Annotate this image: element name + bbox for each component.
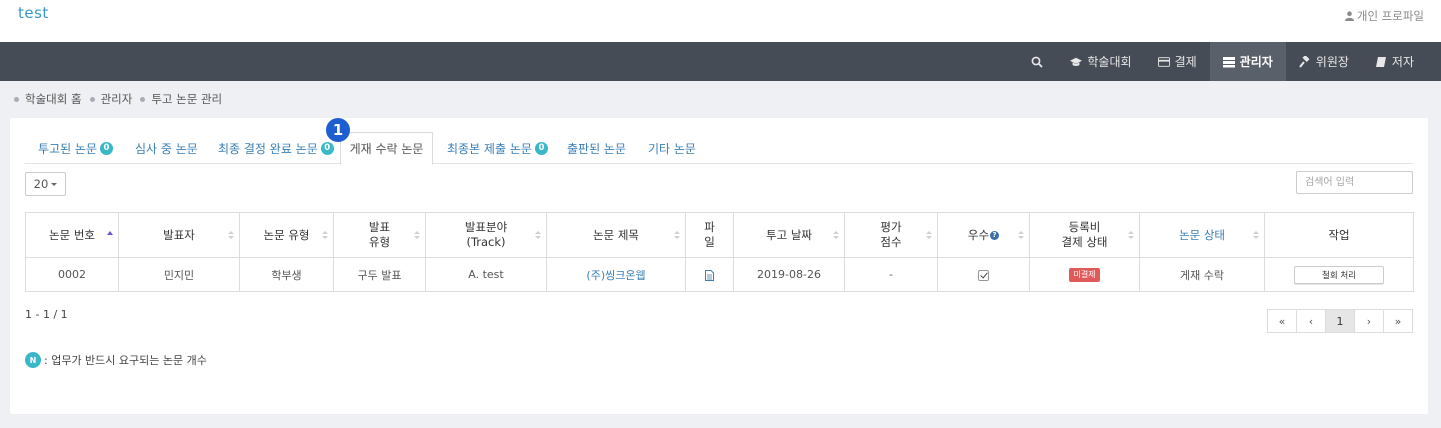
cell-paper-no: 0002 bbox=[25, 257, 119, 292]
cell-submitted-date: 2019-08-26 bbox=[733, 257, 845, 292]
col-score[interactable]: 평가 점수 bbox=[844, 212, 938, 258]
cell-file bbox=[685, 257, 734, 292]
papers-table: 논문 번호 발표자 논문 유형 발표 유형 발표분야 (Track) 논문 제목… bbox=[25, 212, 1414, 292]
table-header-row: 논문 번호 발표자 논문 유형 발표 유형 발표분야 (Track) 논문 제목… bbox=[25, 212, 1414, 258]
breadcrumb-item-current: 투고 논문 관리 bbox=[140, 91, 222, 107]
status-badge: 미결제 bbox=[1069, 268, 1100, 282]
page-prev-button[interactable]: ‹ bbox=[1296, 309, 1326, 333]
graduation-cap-icon bbox=[1070, 57, 1083, 66]
count-badge: 0 bbox=[320, 141, 334, 155]
cell-action: 철회 처리 bbox=[1264, 257, 1414, 292]
page-first-button[interactable]: « bbox=[1267, 309, 1297, 333]
book-icon bbox=[1375, 56, 1386, 67]
col-payment-status[interactable]: 등록비 결제 상태 bbox=[1029, 212, 1140, 258]
paper-title-link[interactable]: (주)씽크온웹 bbox=[586, 269, 645, 282]
breadcrumb-item-admin[interactable]: 관리자 bbox=[89, 91, 132, 107]
main-navbar: 학술대회 결제 관리자 위원장 저자 bbox=[0, 42, 1441, 81]
nav-label: 관리자 bbox=[1239, 55, 1273, 69]
nav-search-button[interactable] bbox=[1017, 42, 1057, 81]
nav-label: 결제 bbox=[1174, 55, 1197, 69]
file-icon[interactable] bbox=[705, 268, 714, 281]
tab-final-decision[interactable]: 최종 결정 완료 논문 0 bbox=[218, 132, 334, 164]
excellent-checkbox[interactable] bbox=[978, 269, 989, 281]
top-bar: test 개인 프로파일 bbox=[0, 0, 1441, 42]
server-icon bbox=[1222, 56, 1235, 67]
tab-other[interactable]: 기타 논문 bbox=[648, 132, 696, 164]
col-file: 파 일 bbox=[685, 212, 734, 258]
col-paper-type[interactable]: 논문 유형 bbox=[239, 212, 334, 258]
cell-paper-status: 게재 수락 bbox=[1139, 257, 1265, 292]
cell-title: (주)씽크온웹 bbox=[546, 257, 686, 292]
step-marker: 1 bbox=[326, 118, 350, 142]
site-title[interactable]: test bbox=[18, 4, 49, 22]
col-paper-status[interactable]: 논문 상태 bbox=[1139, 212, 1265, 258]
nav-item-author[interactable]: 저자 bbox=[1362, 42, 1427, 81]
count-badge: 0 bbox=[100, 141, 114, 155]
table-row: 0002 민지민 학부생 구두 발표 A. test (주)씽크온웹 2019-… bbox=[25, 257, 1414, 292]
legend-note: N : 업무가 반드시 요구되는 논문 개수 bbox=[25, 352, 207, 368]
cell-track: A. test bbox=[425, 257, 547, 292]
nav-item-payment[interactable]: 결제 bbox=[1145, 42, 1210, 81]
tab-accepted[interactable]: 게재 수락 논문 bbox=[340, 132, 433, 165]
search-icon bbox=[1031, 56, 1044, 68]
tab-submitted[interactable]: 투고된 논문 0 bbox=[38, 132, 114, 164]
tab-published[interactable]: 출판된 논문 bbox=[567, 132, 626, 164]
nav-label: 저자 bbox=[1391, 55, 1414, 69]
col-excellent[interactable]: 우수? bbox=[937, 212, 1030, 258]
profile-label: 개인 프로파일 bbox=[1356, 9, 1424, 23]
legend-text: : 업무가 반드시 요구되는 논문 개수 bbox=[44, 354, 207, 367]
breadcrumb-item-home[interactable]: 학술대회 홈 bbox=[14, 91, 82, 107]
breadcrumb: 학술대회 홈 관리자 투고 논문 관리 bbox=[14, 91, 230, 107]
cell-paper-type: 학부생 bbox=[239, 257, 334, 292]
gavel-icon bbox=[1299, 55, 1310, 68]
col-action: 작업 bbox=[1264, 212, 1414, 258]
col-title[interactable]: 논문 제목 bbox=[546, 212, 686, 258]
page-last-button[interactable]: » bbox=[1383, 309, 1413, 333]
col-track[interactable]: 발표분야 (Track) bbox=[425, 212, 547, 258]
withdraw-button[interactable]: 철회 처리 bbox=[1294, 265, 1384, 284]
tab-under-review[interactable]: 심사 중 논문 bbox=[135, 132, 198, 164]
credit-card-icon bbox=[1157, 56, 1170, 67]
col-submitted-date[interactable]: 투고 날짜 bbox=[733, 212, 845, 258]
profile-link[interactable]: 개인 프로파일 bbox=[1344, 8, 1424, 24]
cell-excellent bbox=[937, 257, 1030, 292]
pagination: « ‹ 1 › » bbox=[1267, 309, 1413, 333]
col-presentation-type[interactable]: 발표 유형 bbox=[333, 212, 426, 258]
result-range: 1 - 1 / 1 bbox=[25, 308, 68, 321]
cell-payment-status: 미결제 bbox=[1029, 257, 1140, 292]
nav-label: 학술대회 bbox=[1087, 55, 1132, 69]
user-icon bbox=[1344, 11, 1354, 21]
col-paper-no[interactable]: 논문 번호 bbox=[25, 212, 119, 258]
nav-item-chair[interactable]: 위원장 bbox=[1286, 42, 1362, 81]
legend-badge: N bbox=[25, 352, 41, 368]
paper-tabs: 투고된 논문 0 심사 중 논문 최종 결정 완료 논문 0 게재 수락 논문 최종… bbox=[25, 132, 1413, 165]
page-number-button[interactable]: 1 bbox=[1325, 309, 1355, 333]
cell-score: - bbox=[844, 257, 938, 292]
tab-final-submitted[interactable]: 최종본 제출 논문 0 bbox=[447, 132, 548, 164]
cell-presenter: 민지민 bbox=[118, 257, 240, 292]
page-next-button[interactable]: › bbox=[1354, 309, 1384, 333]
col-presenter[interactable]: 발표자 bbox=[118, 212, 240, 258]
caret-down-icon bbox=[51, 183, 58, 186]
page-size-select[interactable]: 20 bbox=[25, 172, 66, 196]
cell-presentation-type: 구두 발표 bbox=[333, 257, 426, 292]
count-badge: 0 bbox=[534, 141, 548, 155]
nav-item-conference[interactable]: 학술대회 bbox=[1057, 42, 1144, 81]
search-input[interactable] bbox=[1296, 171, 1413, 194]
help-icon[interactable]: ? bbox=[990, 230, 1000, 240]
nav-item-admin[interactable]: 관리자 bbox=[1209, 42, 1286, 81]
nav-label: 위원장 bbox=[1315, 55, 1349, 69]
content-card: 1 투고된 논문 0 심사 중 논문 최종 결정 완료 논문 0 게재 수락 논문 … bbox=[10, 118, 1428, 414]
